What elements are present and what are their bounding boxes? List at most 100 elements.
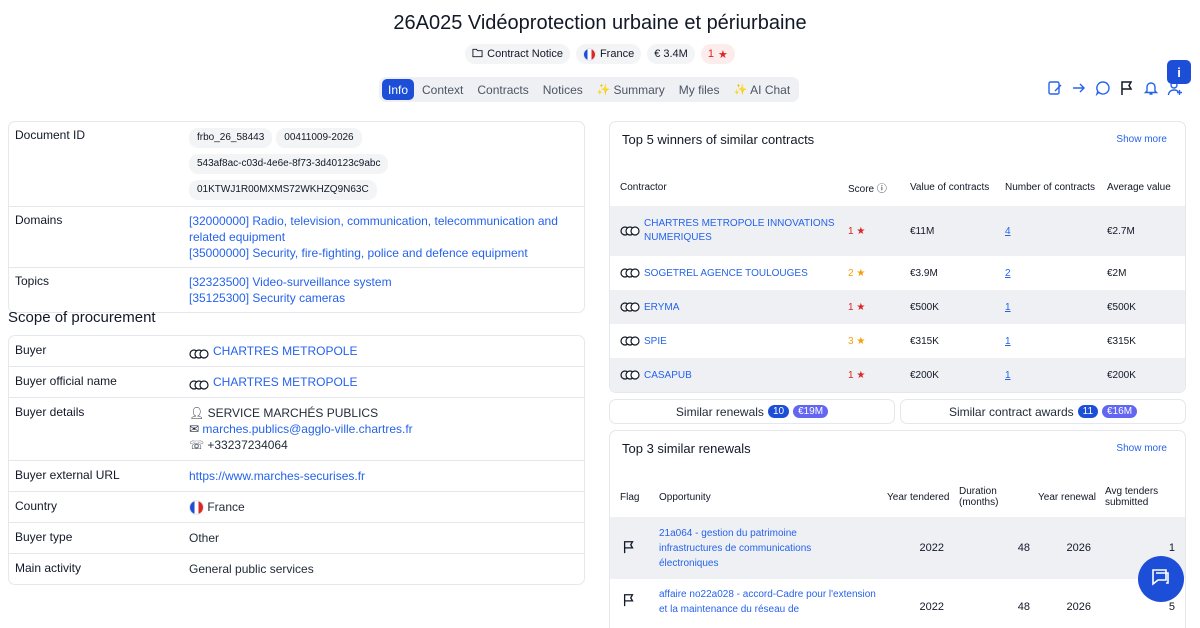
contractor-link[interactable]: SOGETREL AGENCE TOULOUGES — [644, 268, 808, 279]
renewals-card: Top 3 similar renewals Show more Flag Op… — [609, 430, 1186, 628]
similar-awards-button[interactable]: Similar contract awards 11 €16M — [900, 399, 1186, 424]
topic-link[interactable]: [32323500] Video-surveillance system — [189, 275, 392, 289]
contractor-link[interactable]: CASAPUB — [644, 370, 692, 381]
similar-renewals-button[interactable]: Similar renewals 10 €19M — [609, 399, 895, 424]
table-row: SOGETREL AGENCE TOULOUGES 2 ★ €3.9M 2 €2… — [610, 256, 1185, 290]
similar-renewals-label: Similar renewals — [675, 404, 764, 419]
flag-icon[interactable] — [622, 594, 636, 610]
buyer-type-row: Buyer type Other — [9, 523, 584, 555]
renewals-show-more-link[interactable]: Show more — [1116, 443, 1167, 454]
table-row: CASAPUB 1 ★ €200K 1 €200K — [610, 358, 1185, 392]
scope-card: Buyer CHARTRES METROPOLE Buyer official … — [8, 335, 585, 586]
opportunity-link[interactable]: affaire no22a028 - accord-Cadre pour l'e… — [659, 587, 879, 617]
country-label: Country — [15, 499, 58, 513]
tab-summary[interactable]: ✨ Summary — [591, 79, 671, 100]
table-header-row: Flag Opportunity Year tendered Duration … — [610, 477, 1185, 517]
coins-icon — [620, 336, 640, 346]
score-value: 1 — [848, 369, 854, 381]
topics-row: Topics [32323500] Video-surveillance sys… — [9, 268, 584, 312]
buyer-type-value: Other — [189, 531, 220, 546]
tab-ai-chat[interactable]: ✨ AI Chat — [727, 79, 796, 100]
buyer-link[interactable]: CHARTRES METROPOLE — [213, 344, 357, 358]
score-header-label: Score — [848, 183, 875, 195]
star-icon: ★ — [856, 301, 866, 313]
duration-header: Duration (months) — [959, 486, 999, 508]
main-activity-row: Main activity General public services — [9, 554, 584, 584]
score-value: 2 — [848, 267, 854, 279]
country-label: France — [599, 48, 635, 60]
buyer-email-link[interactable]: marches.publics@agglo-ville.chartres.fr — [202, 422, 412, 436]
year-renewal-header: Year renewal — [1038, 491, 1097, 503]
tab-contracts[interactable]: Contracts — [471, 79, 534, 100]
similar-awards-count: 11 — [1077, 405, 1099, 418]
duration-cell: 48 — [1017, 542, 1030, 554]
star-icon: ★ — [856, 225, 866, 237]
value-badge: € 3.4M — [647, 44, 695, 64]
value-cell: €315K — [910, 335, 939, 347]
winners-show-more-link[interactable]: Show more — [1116, 134, 1167, 145]
buyer-official-link[interactable]: CHARTRES METROPOLE — [213, 375, 357, 389]
country-row: Country France — [9, 492, 584, 524]
tab-my-files[interactable]: My files — [673, 79, 726, 100]
domain-link[interactable]: [32000000] Radio, television, communicat… — [189, 214, 558, 244]
renewals-table: Flag Opportunity Year tendered Duration … — [610, 477, 1185, 628]
comment-icon[interactable] — [1094, 79, 1112, 97]
star-icon: ★ — [856, 369, 866, 381]
sparkle-icon: ✨ — [733, 84, 748, 96]
tab-ai-chat-label: AI Chat — [750, 82, 791, 97]
user-icon: 👤︎ — [189, 406, 205, 420]
chat-button[interactable] — [1138, 556, 1184, 602]
tab-info[interactable]: Info — [382, 79, 415, 100]
buyer-details-value: 👤︎ SERVICE MARCHÉS PUBLICS ✉ marches.pub… — [189, 405, 578, 453]
sparkle-icon: ✨ — [596, 84, 611, 96]
value-label: € 3.4M — [654, 48, 688, 60]
buyer-details-label: Buyer details — [15, 405, 85, 419]
country-badge: France — [575, 44, 642, 64]
score-value: 3 — [848, 335, 854, 347]
number-link[interactable]: 1 — [1005, 302, 1011, 313]
info-circle-icon[interactable]: ⓘ — [877, 184, 887, 195]
table-header-row: Contractor Score ⓘ Value of contracts Nu… — [610, 168, 1185, 206]
bell-icon[interactable] — [1142, 79, 1160, 97]
flag-icon[interactable] — [1118, 79, 1136, 97]
country-value: France — [189, 499, 578, 516]
number-link[interactable]: 2 — [1005, 268, 1011, 279]
buyer-official-value: CHARTRES METROPOLE — [189, 374, 578, 390]
phone-icon: ☏ — [189, 438, 205, 452]
contractor-link[interactable]: CHARTRES METROPOLE INNOVATIONS NUMERIQUE… — [644, 217, 844, 245]
number-link[interactable]: 4 — [1005, 226, 1011, 237]
domains-row: Domains [32000000] Radio, television, co… — [9, 207, 584, 268]
contractor-link[interactable]: SPIE — [644, 336, 667, 347]
france-flag-icon — [582, 47, 596, 61]
number-link[interactable]: 1 — [1005, 336, 1011, 347]
star-icon: ★ — [856, 335, 866, 347]
edit-notes-icon[interactable] — [1046, 79, 1064, 97]
buyer-row: Buyer CHARTRES METROPOLE — [9, 336, 584, 367]
score-header: Score ⓘ — [848, 168, 910, 206]
year-renewal-cell: 2026 — [1066, 542, 1091, 554]
value-header: Value of contracts — [910, 181, 990, 193]
topic-link[interactable]: [35125300] Security cameras — [189, 291, 345, 305]
main-activity-value: General public services — [189, 562, 314, 577]
domains-label: Domains — [15, 213, 63, 227]
action-toolbar — [1046, 79, 1184, 97]
tab-context[interactable]: Context — [416, 79, 469, 100]
rating-label: 1 — [707, 48, 714, 60]
buyer-value: CHARTRES METROPOLE — [189, 343, 578, 359]
flag-icon[interactable] — [622, 540, 636, 557]
contractor-link[interactable]: ERYMA — [644, 302, 679, 313]
info-button[interactable]: i — [1167, 60, 1191, 84]
tab-notices[interactable]: Notices — [537, 79, 589, 100]
similar-renewals-amount: €19M — [793, 405, 829, 418]
table-row: affaire no22a028 - accord-Cadre pour l'e… — [610, 579, 1185, 628]
similar-renewals-count: 10 — [767, 405, 790, 418]
opportunity-link[interactable]: 21a064 - gestion du patrimoine infrastru… — [659, 526, 849, 571]
notice-type-label: Contract Notice — [487, 48, 563, 60]
number-link[interactable]: 1 — [1005, 370, 1011, 381]
buyer-url-link[interactable]: https://www.marches-securises.fr — [189, 469, 365, 483]
winners-table: Contractor Score ⓘ Value of contracts Nu… — [610, 168, 1185, 392]
share-icon[interactable] — [1070, 79, 1088, 97]
average-header: Average value — [1107, 181, 1171, 193]
buyer-label: Buyer — [15, 343, 47, 357]
domain-link[interactable]: [35000000] Security, fire-fighting, poli… — [189, 246, 528, 260]
